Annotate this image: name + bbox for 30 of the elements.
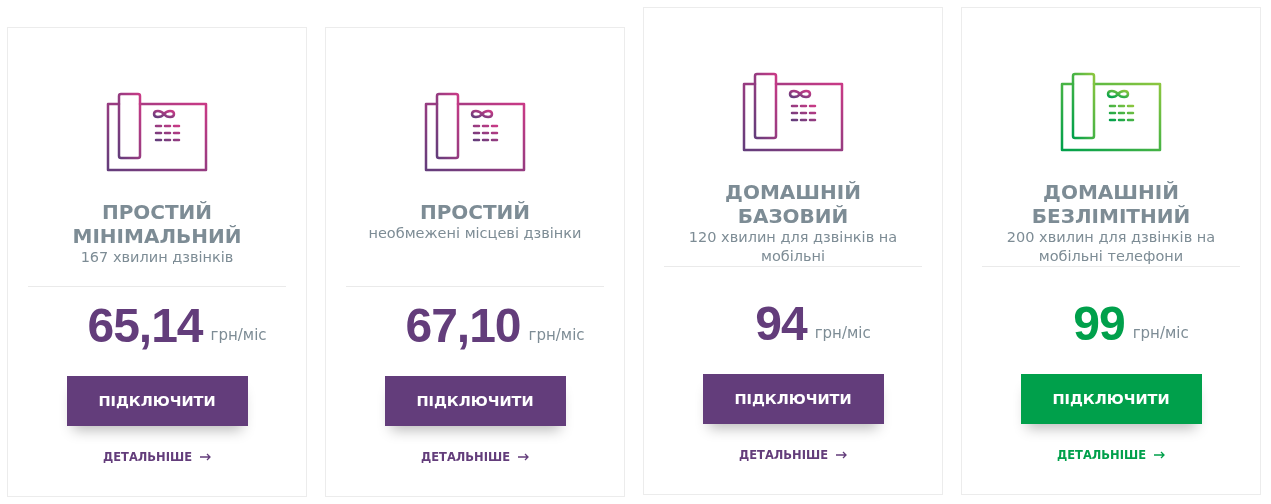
- desk-phone-icon: [1060, 72, 1162, 152]
- arrow-icon: [518, 453, 530, 461]
- desk-phone-icon: [424, 92, 526, 172]
- plan-description: 200 хвилин для дзвінків на мобільні телефони: [1005, 228, 1217, 266]
- details-link[interactable]: ДЕТАЛЬНІШЕ: [102, 450, 212, 464]
- plan-title: ДОМАШНІЙ БЕЗЛІМІТНИЙ: [1030, 180, 1192, 228]
- connect-button[interactable]: ПІДКЛЮЧИТИ: [702, 374, 884, 424]
- plan-description: 120 хвилин для дзвінків на мобільні: [687, 228, 899, 266]
- desk-phone-icon: [742, 72, 844, 152]
- plan-title: ДОМАШНІЙ БАЗОВИЙ: [724, 180, 862, 228]
- price: 99: [1073, 300, 1125, 348]
- price: 65,14: [87, 302, 203, 350]
- price-unit: грн/міс: [814, 324, 871, 342]
- plan-title: ПРОСТИЙ МІНІМАЛЬНИЙ: [71, 200, 243, 248]
- price-unit: грн/міс: [1132, 324, 1189, 342]
- price: 67,10: [405, 302, 521, 350]
- details-link[interactable]: ДЕТАЛЬНІШЕ: [420, 450, 530, 464]
- arrow-icon: [836, 451, 848, 459]
- price-unit: грн/міс: [210, 326, 267, 344]
- details-link[interactable]: ДЕТАЛЬНІШЕ: [738, 448, 848, 462]
- arrow-icon: [1154, 451, 1166, 459]
- price: 94: [755, 300, 807, 348]
- arrow-icon: [200, 453, 212, 461]
- desk-phone-icon: [106, 92, 208, 172]
- plan-description: необмежені місцеві дзвінки: [367, 224, 583, 243]
- price-unit: грн/міс: [528, 326, 585, 344]
- plan-title: ПРОСТИЙ: [418, 200, 532, 224]
- connect-button[interactable]: ПІДКЛЮЧИТИ: [66, 376, 248, 426]
- connect-button[interactable]: ПІДКЛЮЧИТИ: [384, 376, 566, 426]
- plan-description: 167 хвилин дзвінків: [79, 248, 235, 267]
